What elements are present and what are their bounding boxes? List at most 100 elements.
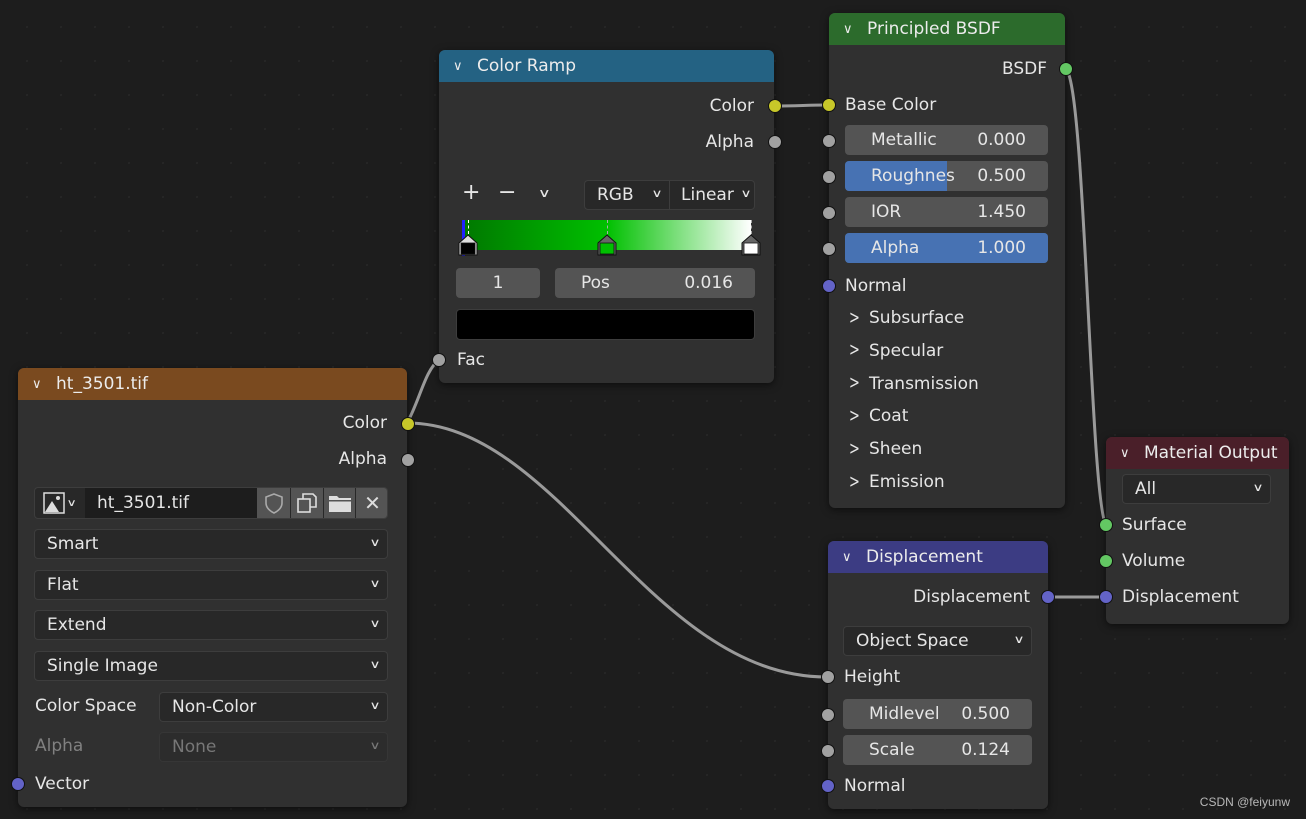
color-ramp-node[interactable]: ∨ Color Ramp Color Alpha + − ∨ RGB ∨ Lin… [432,50,782,383]
open-image-button[interactable] [324,488,355,518]
panel-emission[interactable]: > Emission [829,470,1065,494]
field-label: Alpha [871,238,920,258]
field-label: Metallic [871,130,937,150]
ramp-stop-handle[interactable] [597,234,617,256]
fake-user-button[interactable] [257,488,290,518]
field-roughnes[interactable]: Roughnes 0.500 [845,161,1048,191]
socket-displacement-input[interactable] [1099,590,1113,604]
duplicate-image-button[interactable] [291,488,323,518]
projection-dropdown[interactable]: Flat ∨ [34,570,388,600]
collapse-chevron-icon[interactable]: ∨ [453,59,471,74]
ramp-stop-line [467,220,470,234]
socket-base-color-input[interactable] [822,98,836,112]
socket-alpha-output[interactable] [401,453,415,467]
panel-label: Emission [869,472,945,492]
unlink-image-button[interactable]: ✕ [356,488,387,518]
node-header[interactable]: ∨ Displacement [828,541,1048,573]
chevron-right-icon: > [849,307,860,329]
field-alpha[interactable]: Alpha 1.000 [845,233,1048,263]
socket-vector-input[interactable] [11,777,25,791]
panel-specular[interactable]: > Specular [829,339,1065,363]
ramp-stop-handle[interactable] [458,234,478,256]
field-label: Roughnes [871,166,955,186]
color-mode-dropdown[interactable]: RGB ∨ [584,180,670,210]
remove-stop-button[interactable]: − [498,180,516,205]
collapse-chevron-icon[interactable]: ∨ [843,22,861,37]
socket-displacement-output[interactable] [1041,590,1055,604]
interpolation-dropdown[interactable]: Linear ∨ [669,180,755,210]
principled-bsdf-node[interactable]: ∨ Principled BSDF BSDF Base Color Metall… [822,13,1073,508]
socket-normal-input[interactable] [822,279,836,293]
node-header[interactable]: ∨ Material Output [1106,437,1289,469]
ramp-stop-handle[interactable] [741,234,761,256]
stop-color-swatch[interactable] [456,309,755,340]
panel-coat[interactable]: > Coat [829,404,1065,428]
input-label: Normal [844,776,906,796]
panel-sheen[interactable]: > Sheen [829,437,1065,461]
socket-surface-input[interactable] [1099,518,1113,532]
input-label: Surface [1122,515,1187,535]
ramp-menu-chevron-icon[interactable]: ∨ [538,186,551,200]
socket-bsdf-output[interactable] [1059,62,1073,76]
space-dropdown[interactable]: Object Space ∨ [843,626,1032,656]
color-space-dropdown[interactable]: Non-Color ∨ [159,692,388,722]
socket-fac-input[interactable] [432,353,446,367]
node-title: ht_3501.tif [56,374,148,394]
chevron-down-icon: ∨ [651,187,663,200]
socket-alpha-input[interactable] [822,242,836,256]
image-browse-button[interactable]: ∨ [35,488,85,518]
close-icon: ✕ [364,491,381,515]
color-mode-value: RGB [597,185,634,205]
field-scale[interactable]: Scale 0.124 [843,735,1032,765]
dropdown-value: Object Space [856,631,969,651]
socket-color-output[interactable] [768,99,782,113]
output-label: Displacement [913,587,1030,607]
node-header[interactable]: ∨ ht_3501.tif [18,368,407,400]
chevron-right-icon: > [849,471,860,493]
extension-dropdown[interactable]: Extend ∨ [34,610,388,640]
source-dropdown[interactable]: Single Image ∨ [34,651,388,681]
panel-label: Coat [869,406,909,427]
image-texture-node[interactable]: ∨ ht_3501.tif Color Alpha ∨ ht_3501.tif … [11,368,415,807]
image-name-field[interactable]: ht_3501.tif [85,488,257,518]
target-dropdown[interactable]: All ∨ [1122,474,1271,504]
socket-roughnes-input[interactable] [822,170,836,184]
socket-metallic-input[interactable] [822,134,836,148]
chevron-right-icon: > [849,373,860,395]
input-label: Normal [845,276,907,296]
dropdown-value: All [1135,479,1157,499]
dropdown-value: None [172,737,217,757]
socket-color-output[interactable] [401,417,415,431]
panel-transmission[interactable]: > Transmission [829,372,1065,396]
collapse-chevron-icon[interactable]: ∨ [842,550,860,565]
dropdown-value: Flat [47,575,79,595]
collapse-chevron-icon[interactable]: ∨ [32,377,50,392]
panel-subsurface[interactable]: > Subsurface [829,306,1065,330]
socket-volume-input[interactable] [1099,554,1113,568]
active-stop-index-value: 1 [492,273,504,293]
field-midlevel[interactable]: Midlevel 0.500 [843,699,1032,729]
field-metallic[interactable]: Metallic 0.000 [845,125,1048,155]
field-ior[interactable]: IOR 1.450 [845,197,1048,227]
add-stop-button[interactable]: + [462,180,480,205]
socket-midlevel-input[interactable] [821,708,835,722]
node-header[interactable]: ∨ Color Ramp [439,50,774,82]
node-header[interactable]: ∨ Principled BSDF [829,13,1065,45]
socket-scale-input[interactable] [821,744,835,758]
socket-alpha-output[interactable] [768,135,782,149]
panel-label: Subsurface [869,308,965,328]
chevron-down-icon: ∨ [369,536,381,549]
socket-height-input[interactable] [821,670,835,684]
material-output-node[interactable]: ∨ Material Output All ∨ Surface Volume Dis… [1099,437,1289,624]
output-label: BSDF [1001,59,1047,79]
interpolation-dropdown[interactable]: Smart ∨ [34,529,388,559]
socket-normal-input[interactable] [821,779,835,793]
ramp-stop-line [607,220,609,234]
chevron-down-icon: ∨ [369,699,381,712]
stop-position-field[interactable]: Pos 0.016 [555,268,755,298]
chevron-down-icon: ∨ [369,617,381,630]
socket-ior-input[interactable] [822,206,836,220]
collapse-chevron-icon[interactable]: ∨ [1120,446,1138,461]
displacement-node[interactable]: ∨ Displacement Displacement Object Space… [821,541,1055,809]
active-stop-index[interactable]: 1 [456,268,540,298]
